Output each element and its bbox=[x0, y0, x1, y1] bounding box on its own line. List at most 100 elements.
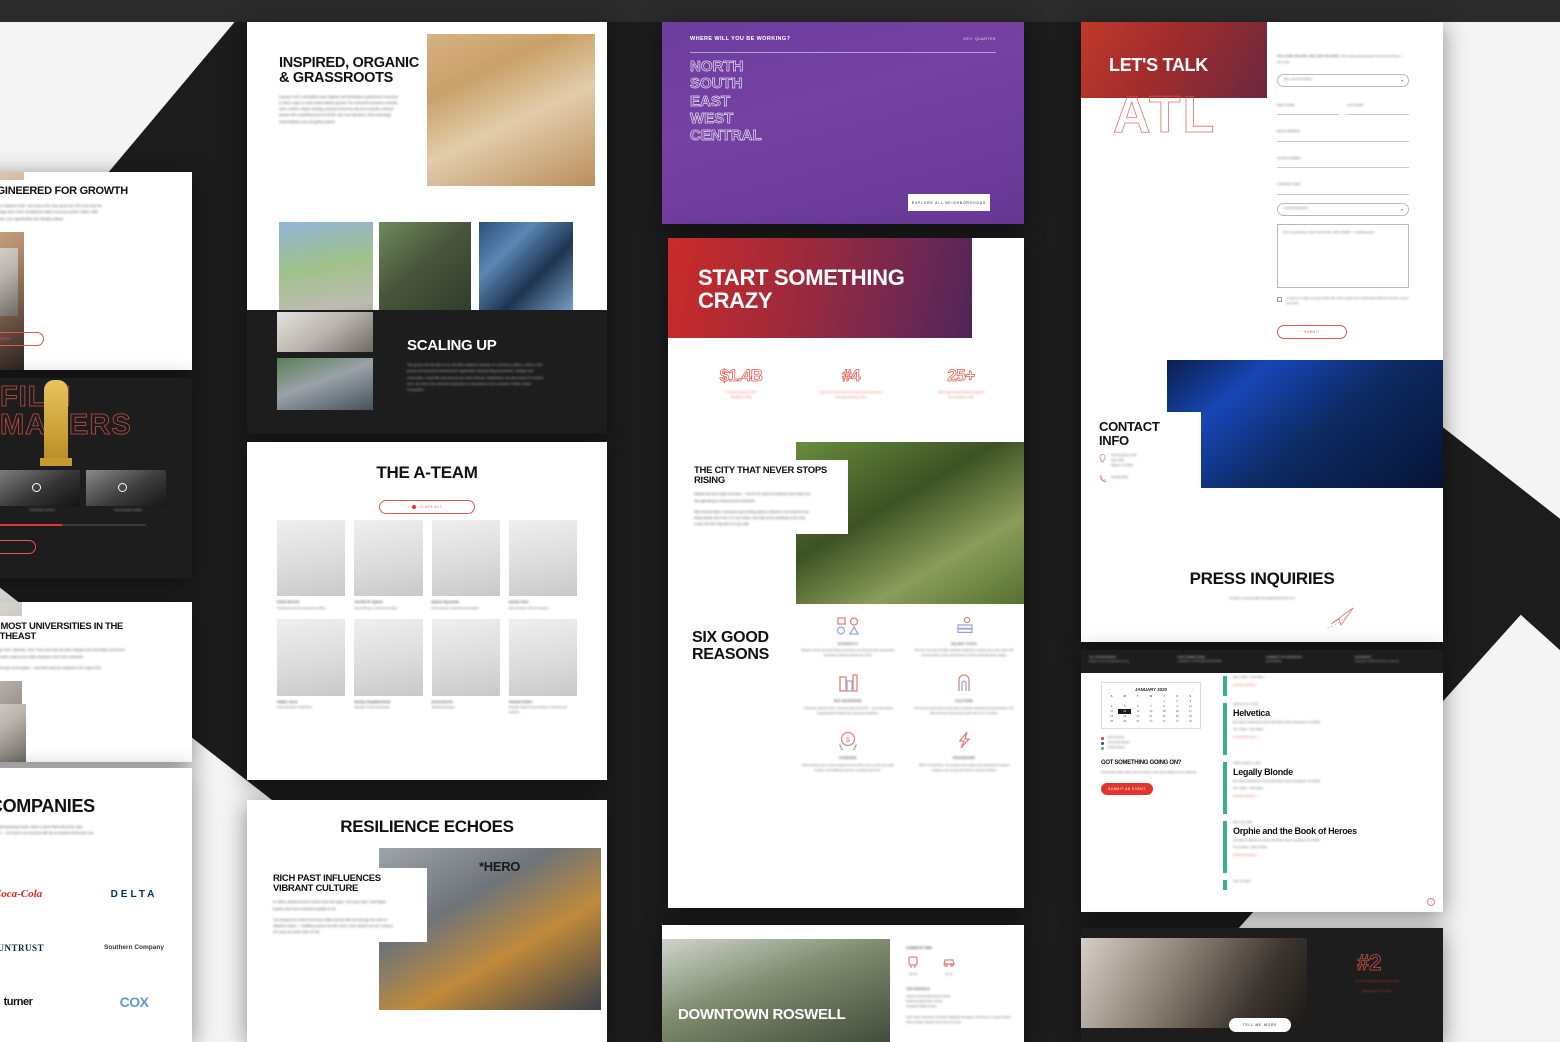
team-member[interactable]: Jennifer M. Sparks Senior Director, Cont… bbox=[354, 520, 423, 611]
nav-item[interactable]: CONNECT TO CHOOSEATL INSTAGRAM bbox=[1266, 655, 1347, 665]
email-input[interactable] bbox=[1277, 135, 1409, 142]
neighborhoods-key-link[interactable]: KEY: QUARTER bbox=[964, 37, 997, 41]
message-textarea[interactable]: Ask us questions, share comments, write … bbox=[1277, 223, 1409, 288]
event-expand[interactable]: EXPAND DETAILS + bbox=[1233, 795, 1435, 800]
logo-coca-cola: Coca-Cola bbox=[0, 888, 43, 900]
reason-title: FUNDING bbox=[839, 756, 857, 761]
team-member[interactable]: Amanda Sutton Manager, Brand Communicati… bbox=[508, 619, 577, 715]
first-name-input[interactable] bbox=[1277, 108, 1339, 116]
calendar-day[interactable]: 31 bbox=[1184, 719, 1197, 724]
calendar-day[interactable]: 25 bbox=[1105, 719, 1118, 724]
nav-item[interactable]: CHOOSEATL Copyright © 2020 ATL Events se… bbox=[1355, 655, 1436, 665]
phone-input[interactable] bbox=[1277, 161, 1409, 169]
chevron-down-icon: ▾ bbox=[1400, 77, 1403, 83]
roswell-heading: DOWNTOWN ROSWELL bbox=[678, 1006, 846, 1023]
team-member-photo bbox=[277, 619, 346, 696]
chevron-right-icon[interactable]: › bbox=[1192, 688, 1193, 692]
event-row[interactable]: APRIL 24-MAY 2, 2020 Legally Blonde Elm … bbox=[1223, 762, 1435, 814]
reason-body: From hip-hop joints and comedy clubs to … bbox=[914, 706, 1014, 715]
direction-north[interactable]: NORTH bbox=[690, 58, 762, 76]
event-expand[interactable]: EXPAND DETAILS + bbox=[1233, 736, 1435, 741]
submit-event-button[interactable]: SUBMIT AN EVENT bbox=[1101, 783, 1153, 796]
calendar-day[interactable]: 26 bbox=[1118, 719, 1131, 724]
event-row[interactable]: MARCH 12-13, 2020 Helvetica Elm Street C… bbox=[1223, 703, 1435, 755]
showcase-board: ENGINEERED FOR GROWTH Innovation is in A… bbox=[0, 0, 1560, 1042]
logo-southern-company: Southern Company bbox=[104, 944, 164, 952]
nav-item-sub: INSTAGRAM bbox=[1266, 660, 1282, 664]
reason-title: BIG BUSINESS bbox=[834, 699, 862, 704]
film-carousel-track[interactable] bbox=[0, 524, 146, 526]
team-member[interactable]: Natalie Jones Senior Manager of Marketin… bbox=[277, 619, 346, 715]
train-icon bbox=[908, 956, 918, 969]
event-row[interactable]: Wed 7:30pm - Sat 9:30pm EXPAND DETAILS + bbox=[1223, 676, 1435, 696]
event-expand[interactable]: EXPAND DETAILS + bbox=[1233, 684, 1435, 689]
chevron-left-icon[interactable]: ‹ bbox=[1109, 688, 1110, 692]
commute-label: COMMUTE TIME bbox=[906, 946, 932, 950]
a-team-badge[interactable]: CLASS ACT bbox=[379, 500, 475, 514]
team-member-photo bbox=[431, 520, 500, 597]
resilience-body-1: In 1960s, Atlanta turned to ashes and ro… bbox=[273, 900, 386, 911]
roswell-nearby-tags: North | East | Suburban | Outskirts | Wa… bbox=[906, 1015, 1012, 1024]
event-venue: Elm Street Cultural Arts Center, 8534 Ma… bbox=[1233, 839, 1320, 843]
city-rising-body-2: With diverse talent, resources and fundi… bbox=[694, 509, 810, 527]
newsletter-checkbox[interactable] bbox=[1277, 296, 1282, 302]
paper-plane-icon bbox=[1327, 605, 1356, 628]
calendar-day[interactable]: 30 bbox=[1171, 719, 1184, 724]
team-member-name: Ashely Toole bbox=[508, 600, 529, 605]
submit-button[interactable]: SUBMIT bbox=[1277, 324, 1347, 339]
last-name-input[interactable] bbox=[1347, 108, 1409, 116]
direction-east[interactable]: EAST bbox=[690, 92, 762, 110]
team-member[interactable]: Akshay Gopalakrishnan Manager, Content a… bbox=[354, 619, 423, 715]
film-carousel-thumb[interactable] bbox=[0, 524, 62, 526]
team-member[interactable]: Samuel Spearman Senior Director, Channel… bbox=[431, 520, 500, 611]
team-member-photo bbox=[508, 619, 577, 696]
pin-icon bbox=[1099, 454, 1106, 464]
calendar-day[interactable]: 27 bbox=[1131, 719, 1144, 724]
universities-heading: THE MOST UNIVERSITIES IN THE SOUTHEAST bbox=[0, 621, 124, 642]
events-calendar[interactable]: ‹ JANUARY 2020 › S M T W T F S 1 2 3 4 5… bbox=[1101, 682, 1201, 729]
team-member[interactable]: Ashely Toole Senior Director, PR and Pro… bbox=[508, 520, 577, 611]
team-member-name: Deidre Burnett bbox=[277, 600, 300, 605]
growth-body: Innovation is in Atlanta's DNA. Tech job… bbox=[0, 204, 102, 221]
panel-resilience-echoes: RESILIENCE ECHOES *HERO RICH PAST INFLUE… bbox=[247, 800, 607, 1042]
nav-item[interactable]: ATL FOR BUSINESS Ready to move ahead abo… bbox=[1089, 655, 1170, 665]
film-video-3[interactable] bbox=[86, 470, 166, 506]
resilience-heading: RESILIENCE ECHOES bbox=[340, 817, 514, 836]
calendar-day[interactable]: 28 bbox=[1144, 719, 1157, 724]
mural-word: *HERO bbox=[479, 859, 521, 874]
contact-info-heading-line2: INFO bbox=[1099, 432, 1129, 448]
reasons-heading: SIX GOOD REASONS bbox=[692, 629, 770, 663]
film-stat-cta-button[interactable]: TELL ME MORE bbox=[1229, 1018, 1291, 1032]
event-row[interactable]: JULY 18, 2020 bbox=[1223, 880, 1435, 890]
industry-select[interactable]: YOUR INDUSTRY ▾ bbox=[1277, 202, 1409, 216]
team-member[interactable]: Deidre Burnett Chief Brand and Communica… bbox=[277, 520, 346, 611]
scroll-top-icon[interactable]: ↑ bbox=[1427, 898, 1435, 906]
reason-item: $ FUNDING Atlanta startups set a venture… bbox=[798, 730, 898, 773]
industry-select-value: YOUR INDUSTRY bbox=[1283, 206, 1309, 211]
direction-south[interactable]: SOUTH bbox=[690, 75, 762, 93]
film-cta-button[interactable]: FILM AND TV JOBS bbox=[0, 540, 36, 554]
team-member[interactable]: Alexis Everett Marketing Manager bbox=[431, 619, 500, 715]
film-video-2[interactable] bbox=[0, 470, 80, 506]
oscar-base-icon bbox=[40, 458, 72, 466]
reason-item: TALENT POOL ATL has more than 60 higher … bbox=[914, 616, 1014, 659]
event-row[interactable]: MAY 9-24, 2020 Orphie and the Book of He… bbox=[1223, 821, 1435, 873]
event-time: Thu 7:30pm - Sat 9:30pm bbox=[1233, 786, 1264, 790]
explore-neighborhoods-button[interactable]: EXPLORE ALL NEIGHBORHOODS bbox=[908, 194, 990, 211]
team-member-role: Manager, Content and Design bbox=[354, 705, 390, 709]
event-time: Thu 7:30pm - Sat 9:30pm bbox=[1233, 727, 1264, 731]
contact-phone[interactable]: 404-880-9000 bbox=[1111, 476, 1128, 481]
direction-west[interactable]: WEST bbox=[690, 109, 762, 127]
company-input[interactable] bbox=[1277, 188, 1409, 195]
calendar-day[interactable]: 29 bbox=[1158, 719, 1171, 724]
universities-body-2: Tech or art? The jobs up for grabs — and… bbox=[0, 665, 103, 670]
direction-central[interactable]: CENTRAL bbox=[690, 127, 762, 145]
background-top-bar bbox=[0, 0, 1560, 22]
nav-item[interactable]: FOR CONNECTIONS CONNECT & PARTNERS PROGR… bbox=[1178, 655, 1259, 665]
event-expand[interactable]: EXPAND DETAILS + bbox=[1233, 854, 1435, 859]
event-venue: Elm Street Cultural Arts Center, 8534 Ma… bbox=[1233, 780, 1320, 784]
topic-select[interactable]: TELL US ANYTHING ▾ bbox=[1277, 73, 1409, 87]
growth-cta-button[interactable]: MEET TECH LEADERS bbox=[0, 332, 44, 346]
calendar-grid[interactable]: S M T W T F S 1 2 3 4 5 6 7 8 9 10 11 12… bbox=[1105, 694, 1197, 724]
city-rising-body-1: Atlanta has seen highs and lows — but it… bbox=[694, 492, 811, 503]
